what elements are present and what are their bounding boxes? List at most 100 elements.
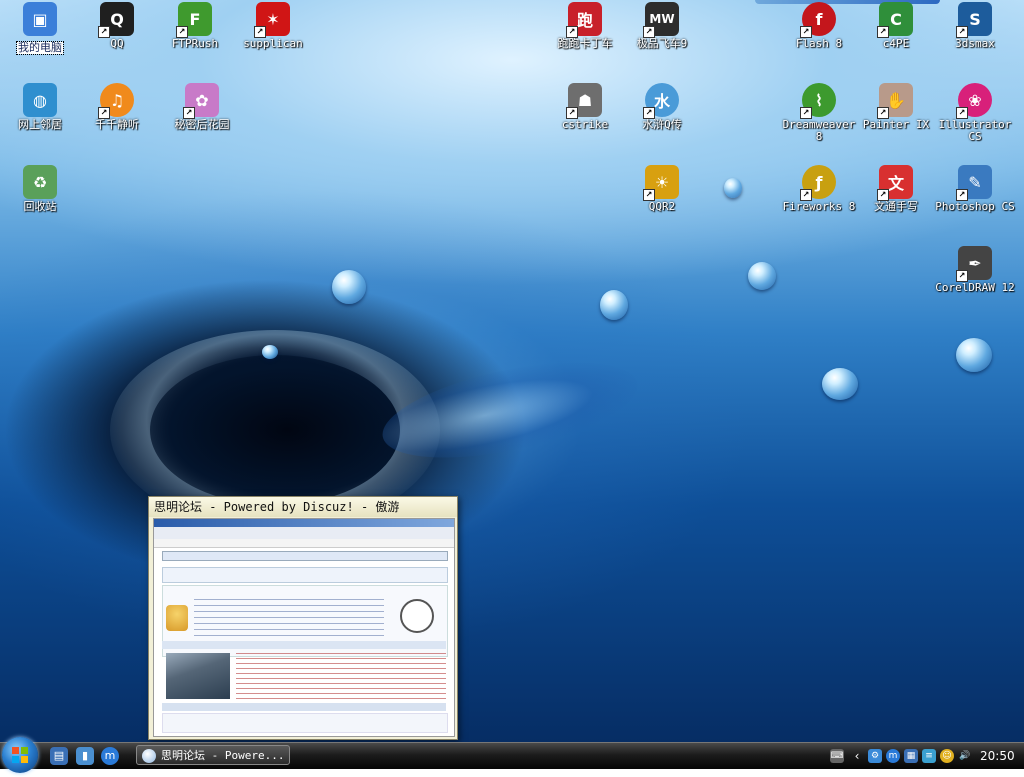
network-connection-icon[interactable]: ▦ <box>904 749 918 763</box>
thumb-clock-icon <box>400 599 434 633</box>
desktop-icon-label: c4PE <box>882 37 910 50</box>
desktop-icon-label: 3dsmax <box>955 37 995 50</box>
network-tray-icon[interactable]: ⚙ <box>868 749 882 763</box>
desktop-icon-illustrator-cs[interactable]: ❀ ↗ Illustrator CS <box>935 83 1015 143</box>
desktop-icon-label: 我的电脑 <box>16 41 64 55</box>
desktop-icon-qianqian[interactable]: ♫ ↗ 千千静听 <box>77 83 157 131</box>
water-drop <box>822 368 858 400</box>
chat-tray-icon[interactable]: ≡ <box>922 749 936 763</box>
desktop-icon-label: cstrike <box>561 118 609 131</box>
preview-title: 思明论坛 - Powered by Discuz! - 傲游 [Maxthon] <box>149 497 457 534</box>
desktop-icon-label: Photoshop CS <box>935 200 1015 213</box>
shortcut-arrow-icon: ↗ <box>956 270 968 282</box>
desktop-icon-label: 秘密后花园 <box>174 118 230 131</box>
water-drop <box>600 290 628 320</box>
desktop-icon-recycle-bin[interactable]: ♻ 回收站 <box>0 165 80 213</box>
desktop-icon-network[interactable]: ◍ 网上邻居 <box>0 83 80 131</box>
water-drop <box>724 178 742 198</box>
network-icon: ◍ <box>23 83 57 117</box>
taskbar: ▤ ▮ m 思明论坛 - Powere... ⌨ ‹ ⚙ m ▦ ≡ ☺ 🔊 ☂… <box>0 737 1024 773</box>
desktop-icon-label: FTPRush <box>171 37 219 50</box>
headphones-icon: ♫ ↗ <box>98 83 134 119</box>
desktop-icon-shuihu-q[interactable]: 水 ↗ 水浒Q传 <box>622 83 702 131</box>
racing-game-icon: MW ↗ <box>643 2 679 38</box>
c4pe-icon: C ↗ <box>877 2 913 38</box>
desktop-icon-qq[interactable]: Q ↗ QQ <box>77 2 157 50</box>
desktop-icon-label: QQ <box>110 37 124 50</box>
maxthon-tray-icon[interactable]: m <box>886 749 900 763</box>
show-desktop-icon[interactable]: ▤ <box>50 747 68 765</box>
kart-game-icon: 跑 ↗ <box>566 2 602 38</box>
thumb-browser-titlebar <box>154 519 454 527</box>
shuihu-game-icon: 水 ↗ <box>643 83 679 119</box>
desktop-icon-photoshop-cs[interactable]: ✎ ↗ Photoshop CS <box>935 165 1015 213</box>
dreamweaver-icon: ⌇ ↗ <box>800 83 836 119</box>
thumb-tabs-bar <box>162 641 446 649</box>
thumb-photo <box>166 653 230 699</box>
thumb-forum-banner <box>162 567 448 583</box>
desktop-icon-label: 跑跑卡丁车 <box>557 37 613 50</box>
recycle-bin-icon: ♻ <box>23 165 57 199</box>
desktop-icon-label: 水浒Q传 <box>642 118 682 131</box>
keyboard-icon[interactable]: ⌨ <box>830 749 844 763</box>
desktop-icon-flash8[interactable]: f ↗ Flash 8 <box>779 2 859 50</box>
shortcut-arrow-icon: ↗ <box>956 26 968 38</box>
thumb-forum-header <box>162 551 448 561</box>
browser-thumbnail[interactable] <box>153 518 455 737</box>
qqr2-game-icon: ☀ ↗ <box>643 165 679 201</box>
clock[interactable]: 20:50 <box>980 749 1015 763</box>
shortcut-arrow-icon: ↗ <box>98 26 110 38</box>
desktop-icon-dreamweaver8[interactable]: ⌇ ↗ Dreamweaver 8 <box>779 83 859 143</box>
taskbar-window-label: 思明论坛 - Powere... <box>161 749 285 762</box>
desktop-background: ▣ 我的电脑 Q ↗ QQ F ↗ FTPRush ✶ ↗ supplican 跑 ↗ … <box>0 0 1024 742</box>
desktop-icon-paopao-kart[interactable]: 跑 ↗ 跑跑卡丁车 <box>545 2 625 50</box>
desktop-icon-label: Dreamweaver 8 <box>782 118 856 143</box>
desktop-icon-supplicant[interactable]: ✶ ↗ supplican <box>233 2 313 50</box>
desktop-icon-label: 文通手写 <box>874 200 918 213</box>
desktop-icon-label: QQR2 <box>648 200 676 213</box>
ftprush-icon: F ↗ <box>176 2 212 38</box>
desktop-icon-c4pe[interactable]: C ↗ c4PE <box>856 2 936 50</box>
desktop-icon-cstrike[interactable]: ☗ ↗ cstrike <box>545 83 625 131</box>
shortcut-arrow-icon: ↗ <box>566 107 578 119</box>
desktop-icon-qqr2[interactable]: ☀ ↗ QQR2 <box>622 165 702 213</box>
computer-icon: ▣ <box>23 2 57 36</box>
shortcut-arrow-icon: ↗ <box>643 107 655 119</box>
media-player-icon[interactable]: ▮ <box>76 747 94 765</box>
water-drop <box>332 270 366 304</box>
desktop-icon-coreldraw12[interactable]: ✒ ↗ CorelDRAW 12 <box>935 246 1015 294</box>
desktop-icon-label: supplican <box>243 37 303 50</box>
desktop-icon-mimi-huayuan[interactable]: ✿ ↗ 秘密后花园 <box>162 83 242 131</box>
desktop-icon-label: CorelDRAW 12 <box>935 281 1015 294</box>
3dsmax-icon: S ↗ <box>956 2 992 38</box>
water-splash-core <box>150 355 400 505</box>
window-preview-popup[interactable]: 思明论坛 - Powered by Discuz! - 傲游 [Maxthon] <box>148 496 458 740</box>
desktop-icon-3dsmax[interactable]: S ↗ 3dsmax <box>935 2 1015 50</box>
taskbar-window-button[interactable]: 思明论坛 - Powere... <box>136 745 290 765</box>
desktop-icon-my-computer[interactable]: ▣ 我的电脑 <box>0 2 80 55</box>
desktop-icon-label: Fireworks 8 <box>782 200 856 213</box>
shortcut-arrow-icon: ↗ <box>956 107 968 119</box>
desktop-icon-fireworks8[interactable]: ƒ ↗ Fireworks 8 <box>779 165 859 213</box>
desktop-icon-label: 千千静听 <box>95 118 139 131</box>
desktop-icon-need-for-speed[interactable]: MW ↗ 极品飞车9 <box>622 2 702 50</box>
desktop-icon-ftprush[interactable]: F ↗ FTPRush <box>155 2 235 50</box>
desktop-icon-wentong[interactable]: 文 ↗ 文通手写 <box>856 165 936 213</box>
desktop-icon-label: 回收站 <box>23 200 57 213</box>
butterfly-icon: ✶ ↗ <box>254 2 290 38</box>
photoshop-feather-icon: ✎ ↗ <box>956 165 992 201</box>
desktop-icon-painter9[interactable]: ✋ ↗ Painter IX <box>856 83 936 131</box>
water-drop <box>748 262 776 290</box>
thumb-avatar <box>166 605 188 631</box>
soldier-icon: ☗ ↗ <box>566 83 602 119</box>
smiley-tray-icon[interactable]: ☺ <box>940 749 954 763</box>
maxthon-quicklaunch-icon[interactable]: m <box>101 747 119 765</box>
shortcut-arrow-icon: ↗ <box>643 26 655 38</box>
shortcut-arrow-icon: ↗ <box>877 189 889 201</box>
illustrator-flower-icon: ❀ ↗ <box>956 83 992 119</box>
chevron-left-icon[interactable]: ‹ <box>850 749 864 763</box>
coreldraw-pen-icon: ✒ ↗ <box>956 246 992 282</box>
shortcut-arrow-icon: ↗ <box>800 107 812 119</box>
shortcut-arrow-icon: ↗ <box>254 26 266 38</box>
fireworks-icon: ƒ ↗ <box>800 165 836 201</box>
